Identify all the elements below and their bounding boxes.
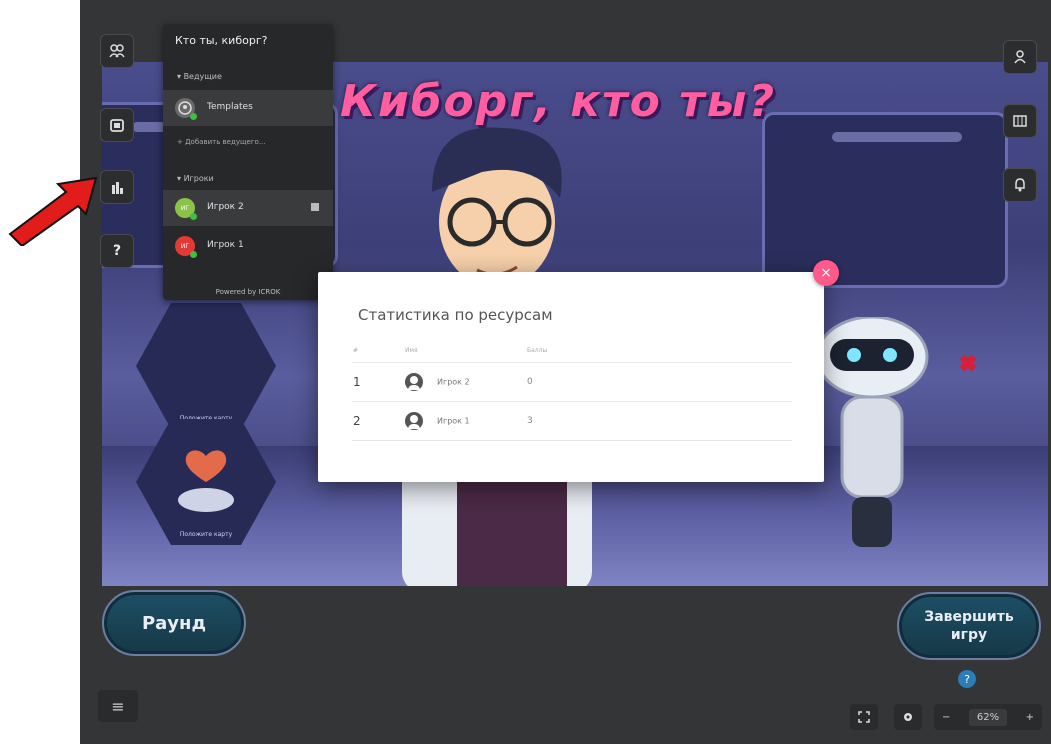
gear-icon [904,713,912,721]
wall-stripe [832,132,962,142]
settings-button[interactable] [894,704,922,730]
finish-game-label-line2: игру [950,627,988,643]
bar-chart-icon [112,182,123,194]
avatar [175,98,197,120]
player-name: Игрок 2 [207,202,244,212]
avatar: ИГ [175,236,197,258]
score-cell: 0 [526,362,792,402]
user-avatar-icon [405,412,423,430]
stats-icon-button[interactable] [100,170,134,204]
cards-icon [110,119,124,132]
hosts-section-label: Ведущие [183,72,222,81]
modal-close-button[interactable]: × [813,260,839,286]
robot-character [815,317,977,547]
col-score-header: Баллы [526,338,792,363]
fullscreen-icon [858,711,870,723]
menu-button[interactable]: ≡ [98,690,138,722]
stats-modal: Статистика по ресурсам # Имя Баллы 1 Игр… [318,272,824,482]
round-button[interactable]: Раунд [102,590,246,656]
player-name-text: Игрок 1 [437,416,470,426]
user-icon-button[interactable] [1003,40,1037,74]
player-name-text: Игрок 2 [437,377,470,387]
finish-game-label-line1: Завершить [924,609,1014,625]
panel-title: Кто ты, киборг? [175,34,268,47]
bell-icon [1015,178,1025,192]
zoom-value: 62% [968,708,1008,726]
notification-icon-button[interactable] [1003,168,1037,202]
fullscreen-button[interactable] [850,704,878,730]
powered-by-text: Powered by ICROK [215,288,281,296]
help-icon-button[interactable]: ? [100,234,134,268]
rank-cell: 2 [352,401,404,441]
hosts-section-toggle[interactable]: ▾ Ведущие [177,72,222,81]
players-section-label: Игроки [183,174,214,183]
player-menu-icon[interactable] [311,203,319,211]
stats-table: # Имя Баллы 1 Игрок 2 0 2 Игрок 1 3 [352,338,792,441]
player-name: Игрок 1 [207,240,244,250]
players-icon-button[interactable] [100,34,134,68]
host-avatar-icon [178,101,192,115]
rank-cell: 1 [352,362,404,402]
name-cell: Игрок 1 [404,401,526,441]
player-row[interactable]: ИГ Игрок 1 [163,228,333,264]
players-panel: Кто ты, киборг? ▾ Ведущие Templates + До… [163,24,333,300]
user-avatar-icon [405,373,423,391]
table-row: 2 Игрок 1 3 [352,401,792,441]
avatar: ИГ [175,198,197,220]
map-icon-button[interactable] [1003,104,1037,138]
cards-icon-button[interactable] [100,108,134,142]
player-row[interactable]: ИГ Игрок 2 [163,190,333,226]
zoom-in-button[interactable]: + [1026,712,1034,723]
zoom-out-button[interactable]: − [942,712,950,723]
question-icon: ? [112,243,122,259]
players-section-toggle[interactable]: ▾ Игроки [177,174,214,183]
zoom-control: − 62% + [934,704,1042,730]
red-arrow-annotation [8,176,98,246]
finish-game-button[interactable]: Завершить игру [897,592,1041,660]
table-header-row: # Имя Баллы [352,338,792,363]
user-icon [1014,50,1026,64]
name-cell: Игрок 2 [404,362,526,402]
modal-title: Статистика по ресурсам [358,306,553,324]
add-host-link[interactable]: + Добавить ведущего... [177,138,266,146]
map-icon [1013,115,1027,127]
players-icon [109,44,125,58]
table-row: 1 Игрок 2 0 [352,362,792,402]
col-name-header: Имя [404,338,526,363]
host-name: Templates [207,102,253,112]
help-circle-icon[interactable]: ? [958,670,976,688]
game-title-banner: Киборг, кто ты? [340,76,776,127]
col-rank-header: # [352,338,404,363]
score-cell: 3 [526,401,792,441]
host-row[interactable]: Templates [163,90,333,126]
